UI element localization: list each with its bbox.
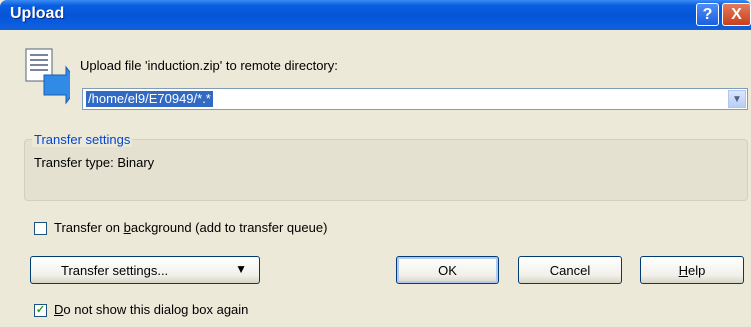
- question-icon: ?: [702, 5, 713, 23]
- close-button[interactable]: X: [722, 3, 751, 26]
- title-bar[interactable]: Upload ? X: [0, 0, 751, 30]
- remote-directory-input[interactable]: /home/el9/E70949/*.*: [86, 91, 213, 107]
- dropdown-arrow-icon: ▼: [235, 262, 247, 276]
- transfer-settings-button[interactable]: Transfer settings... ▼: [30, 256, 260, 284]
- checkmark-icon: ✓: [35, 304, 46, 316]
- access-key: H: [678, 262, 689, 278]
- combo-dropdown-button[interactable]: ▼: [728, 90, 746, 108]
- transfer-settings-label: Transfer settings...: [61, 262, 169, 278]
- transfer-settings-group-title: Transfer settings: [32, 132, 133, 147]
- access-key: D: [54, 302, 64, 317]
- help-title-button[interactable]: ?: [696, 3, 719, 26]
- label-part: ackground (add to transfer queue): [130, 220, 328, 235]
- dont-show-checkbox-label[interactable]: Do not show this dialog box again: [54, 302, 248, 317]
- chevron-down-icon: ▼: [732, 93, 742, 105]
- help-button[interactable]: Help: [640, 256, 744, 284]
- cancel-button[interactable]: Cancel: [518, 256, 622, 284]
- remote-directory-combo[interactable]: /home/el9/E70949/*.* ▼: [82, 88, 748, 110]
- access-key: b: [123, 220, 131, 235]
- label-part: o not show this dialog box again: [63, 302, 249, 317]
- background-checkbox[interactable]: [34, 222, 47, 235]
- background-checkbox-label[interactable]: Transfer on background (add to transfer …: [54, 220, 327, 235]
- upload-dialog: Upload ? X Upload file 'induction.zip' t…: [0, 0, 751, 327]
- close-icon: X: [731, 5, 742, 23]
- label-part: elp: [688, 262, 706, 278]
- transfer-settings-group: [24, 139, 748, 201]
- upload-label: Upload file 'induction.zip' to remote di…: [80, 58, 338, 73]
- ok-button[interactable]: OK: [396, 256, 499, 284]
- dont-show-checkbox[interactable]: ✓: [34, 304, 47, 317]
- upload-arrow-icon: [25, 48, 70, 105]
- transfer-type-text: Transfer type: Binary: [34, 155, 155, 170]
- label-part: Transfer on: [54, 220, 124, 235]
- window-title: Upload: [10, 5, 65, 22]
